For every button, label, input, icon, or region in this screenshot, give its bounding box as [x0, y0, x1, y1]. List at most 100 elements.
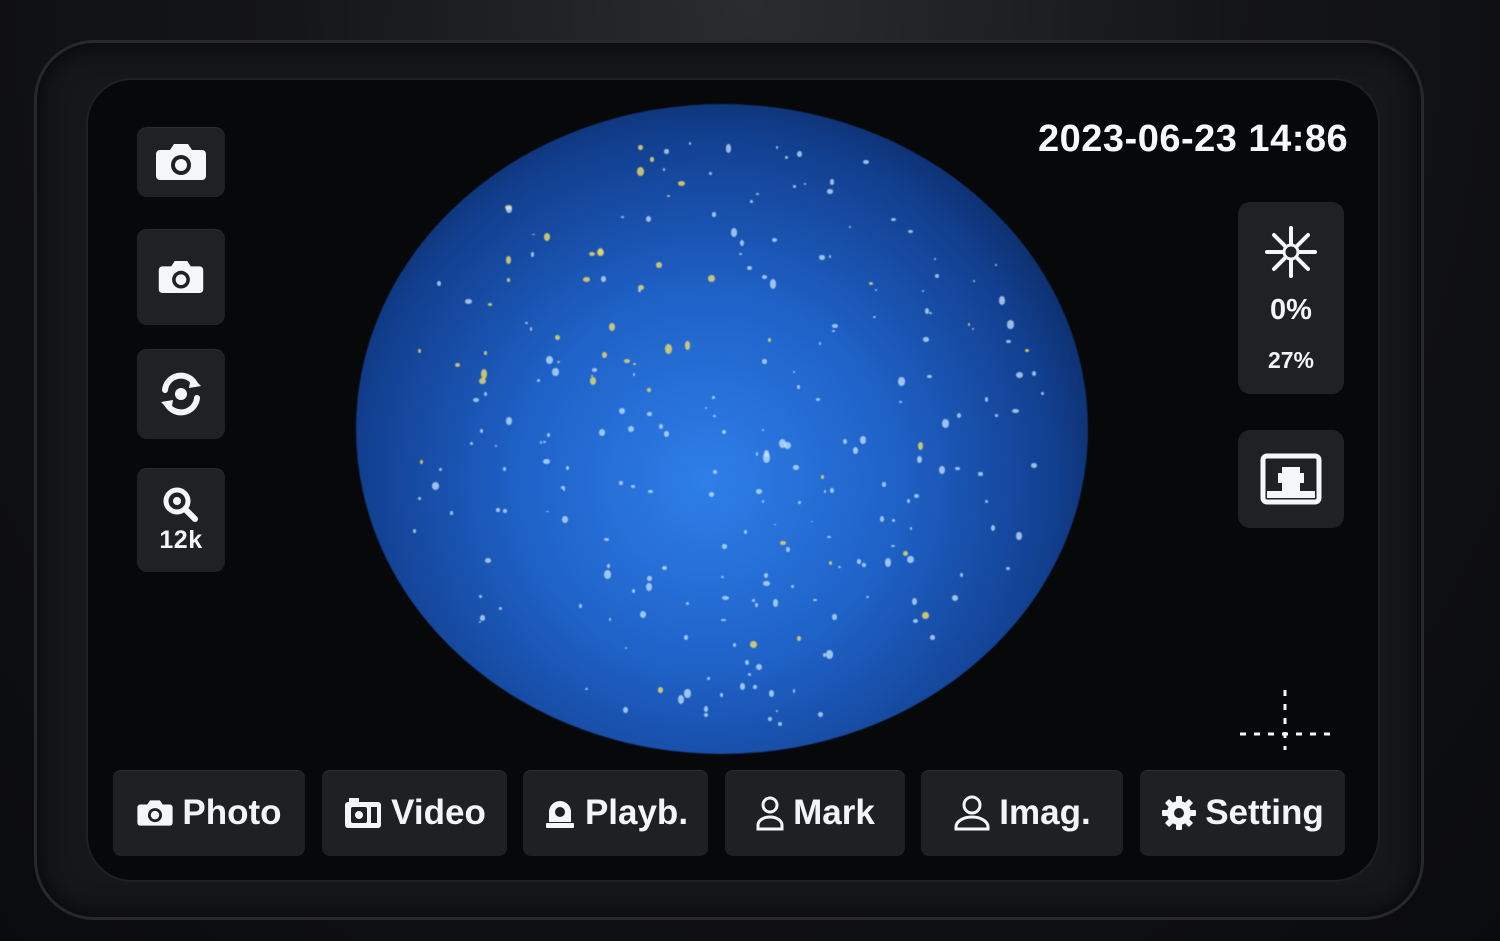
view-speck [632, 588, 636, 593]
view-speck [793, 370, 796, 373]
view-speck [588, 251, 596, 256]
view-speck [1007, 319, 1014, 329]
view-speck [852, 446, 859, 454]
view-speck [755, 488, 763, 494]
view-speck [872, 315, 877, 318]
view-speck [856, 559, 861, 564]
view-speck [817, 712, 823, 718]
view-speck [722, 544, 727, 550]
view-speck [747, 266, 753, 271]
camera-icon [156, 144, 206, 180]
capture-button[interactable] [137, 127, 225, 197]
view-speck [637, 145, 643, 151]
view-speck [744, 660, 749, 666]
view-speck [967, 323, 971, 326]
view-speck [557, 360, 560, 364]
zoom-button[interactable]: 12k [137, 468, 225, 572]
view-speck [494, 445, 497, 447]
view-speck [603, 570, 611, 579]
view-speck [540, 440, 543, 444]
view-speck [753, 684, 757, 689]
view-speck [732, 642, 736, 648]
view-speck [824, 489, 827, 493]
view-speck [703, 706, 709, 712]
view-speck [935, 273, 940, 278]
menu-video-button[interactable]: Video [322, 770, 507, 856]
view-speck [960, 573, 963, 578]
view-speck [985, 500, 989, 504]
view-speck [637, 284, 644, 291]
view-speck [752, 599, 756, 603]
view-speck [907, 556, 914, 564]
view-speck [543, 459, 550, 464]
view-speck [496, 508, 500, 512]
view-speck [552, 367, 559, 376]
view-speck [826, 535, 831, 539]
menu-photo-button[interactable]: Photo [113, 770, 305, 856]
view-speck [792, 465, 800, 470]
view-speck [721, 430, 726, 435]
view-speck [739, 682, 746, 691]
view-speck [563, 488, 566, 491]
view-speck [437, 280, 442, 287]
view-speck [659, 423, 664, 429]
view-speck [978, 471, 983, 477]
view-speck [664, 148, 670, 155]
view-speck [565, 465, 569, 471]
view-speck [647, 411, 652, 417]
add-capture-button[interactable] [1238, 430, 1344, 528]
menu-setting-label: Setting [1205, 793, 1324, 832]
view-speck [1006, 339, 1011, 344]
view-speck [848, 226, 852, 229]
menu-image-button[interactable]: Imag. [921, 770, 1123, 856]
view-speck [998, 296, 1005, 305]
view-speck [585, 688, 589, 691]
view-speck [761, 275, 768, 279]
view-speck [880, 516, 885, 523]
menu-playback-button[interactable]: Playb. [523, 770, 708, 856]
add-frame-icon [1260, 453, 1322, 505]
menu-setting-button[interactable]: Setting [1140, 770, 1345, 856]
view-speck [725, 144, 732, 153]
view-speck [829, 178, 835, 185]
rotate-camera-icon [161, 372, 201, 416]
view-speck [842, 438, 847, 444]
view-speck [608, 617, 612, 621]
view-speck [985, 397, 989, 403]
view-speck [892, 519, 895, 522]
view-speck [449, 511, 454, 515]
view-speck [1030, 463, 1038, 469]
view-speck [762, 428, 765, 432]
view-speck [703, 713, 708, 718]
view-speck [930, 634, 935, 640]
view-speck [532, 233, 536, 236]
view-speck [1016, 532, 1022, 541]
view-speck [762, 359, 767, 365]
view-speck [630, 485, 636, 488]
view-speck [665, 344, 672, 355]
secondary-percent: 27% [1267, 347, 1315, 373]
view-speck [484, 350, 487, 355]
view-speck [780, 541, 786, 545]
view-speck [598, 247, 604, 255]
rotate-camera-button[interactable] [137, 349, 225, 439]
datetime-readout: 2023-06-23 14:86 [1038, 118, 1349, 160]
view-speck [645, 215, 652, 222]
view-speck [662, 566, 667, 571]
view-speck [750, 640, 758, 649]
view-speck [1024, 349, 1029, 353]
view-speck [995, 263, 998, 266]
brightness-icon [1265, 226, 1317, 278]
view-speck [783, 442, 791, 449]
brightness-panel[interactable]: 0% 27% [1238, 202, 1344, 394]
view-speck [561, 516, 568, 524]
snapshot-button[interactable] [137, 229, 225, 325]
menu-mark-button[interactable]: Mark [725, 770, 905, 856]
view-speck [898, 377, 905, 386]
view-speck [455, 362, 461, 367]
view-speck [546, 356, 554, 365]
view-speck [618, 407, 625, 414]
view-speck [972, 280, 975, 283]
view-speck [939, 465, 946, 474]
view-speck [730, 228, 737, 237]
